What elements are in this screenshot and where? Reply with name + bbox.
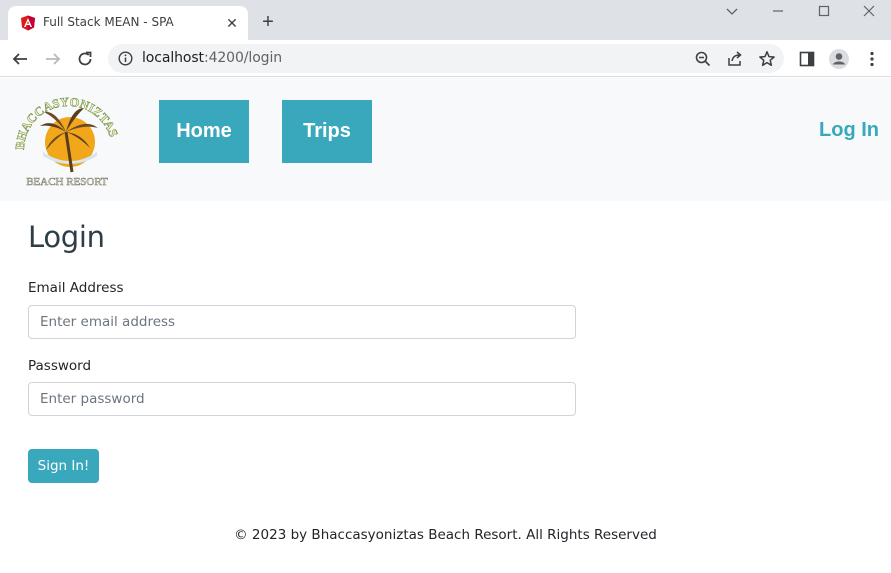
back-icon[interactable]	[8, 47, 32, 71]
tab-close-icon[interactable]: ✕	[223, 14, 241, 32]
footer-copyright: © 2023 by Bhaccasyoniztas Beach Resort. …	[234, 527, 657, 543]
minimize-icon[interactable]	[755, 2, 801, 26]
nav-home-button[interactable]: Home	[159, 100, 249, 163]
maximize-icon[interactable]	[801, 2, 847, 26]
login-link[interactable]: Log In	[819, 119, 879, 142]
star-icon[interactable]	[758, 50, 776, 68]
address-bar[interactable]: localhost:4200/login	[108, 44, 784, 73]
browser-tab[interactable]: Full Stack MEAN - SPA ✕	[8, 6, 248, 40]
browser-toolbar: localhost:4200/login	[0, 40, 891, 77]
new-tab-icon[interactable]: +	[258, 12, 278, 32]
tab-search-icon[interactable]	[709, 2, 755, 26]
page-title: Login	[28, 220, 105, 254]
email-field[interactable]	[28, 305, 576, 339]
sign-in-button[interactable]: Sign In!	[28, 449, 99, 483]
email-label: Email Address	[28, 280, 124, 296]
info-icon[interactable]	[118, 51, 133, 66]
share-icon[interactable]	[726, 50, 744, 68]
resort-logo[interactable]: BHACCASYONIZTAS BEACH RESORT	[12, 90, 122, 190]
sidepanel-icon[interactable]	[795, 47, 819, 71]
profile-icon[interactable]	[827, 47, 851, 71]
zoom-icon[interactable]	[694, 50, 712, 68]
reload-icon[interactable]	[73, 47, 97, 71]
tab-title: Full Stack MEAN - SPA	[43, 15, 174, 29]
password-field[interactable]	[28, 382, 576, 416]
url-text: localhost:4200/login	[142, 50, 283, 66]
angular-favicon-icon	[20, 15, 36, 31]
window-close-icon[interactable]	[846, 2, 891, 26]
password-label: Password	[28, 358, 92, 374]
browser-tabstrip: Full Stack MEAN - SPA ✕ +	[0, 0, 891, 40]
menu-icon[interactable]	[860, 47, 884, 71]
nav-trips-button[interactable]: Trips	[282, 100, 372, 163]
forward-icon[interactable]	[41, 47, 65, 71]
logo-subtitle: BEACH RESORT	[26, 176, 108, 188]
site-header: BHACCASYONIZTAS BEACH RESORT Home Trips …	[0, 78, 891, 201]
